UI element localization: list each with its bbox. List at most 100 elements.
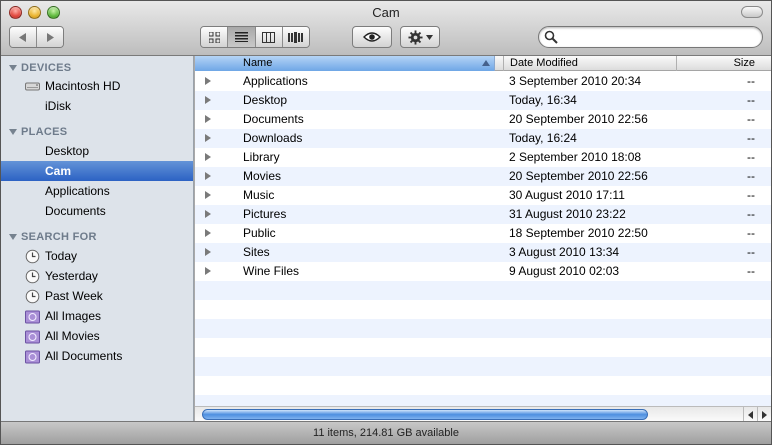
sidebar-item-label: All Documents — [45, 349, 123, 363]
file-date-modified: 20 September 2010 22:56 — [509, 169, 648, 183]
sidebar-item-label: Yesterday — [45, 269, 98, 283]
chevron-right-icon — [47, 32, 54, 42]
scroll-left-button[interactable] — [743, 407, 757, 422]
disclosure-triangle-icon[interactable] — [205, 134, 211, 142]
disclosure-triangle-icon[interactable] — [205, 229, 211, 237]
sidebar-item-label: All Movies — [45, 329, 100, 343]
file-size: -- — [747, 150, 755, 164]
list-view-button[interactable] — [227, 27, 255, 47]
back-button[interactable] — [10, 27, 36, 47]
action-menu-button[interactable] — [400, 26, 440, 48]
sidebar-heading-devices[interactable]: DEVICES — [9, 62, 71, 74]
empty-row — [195, 395, 771, 406]
disclosure-triangle-icon — [9, 129, 17, 135]
table-row[interactable]: Pictures 31 August 2010 23:22 -- — [195, 205, 771, 224]
hard-drive-icon — [25, 82, 40, 91]
file-name: Applications — [243, 74, 308, 88]
table-row[interactable]: Music 30 August 2010 17:11 -- — [195, 186, 771, 205]
table-row[interactable]: Downloads Today, 16:24 -- — [195, 129, 771, 148]
sidebar-item-today[interactable]: Today — [1, 246, 193, 266]
forward-button[interactable] — [36, 27, 63, 47]
sidebar-item-yesterday[interactable]: Yesterday — [1, 266, 193, 286]
sidebar-item-cam[interactable]: Cam — [1, 161, 193, 181]
table-row[interactable]: Library 2 September 2010 18:08 -- — [195, 148, 771, 167]
table-row[interactable]: Movies 20 September 2010 22:56 -- — [195, 167, 771, 186]
sidebar-item-documents[interactable]: Documents — [1, 201, 193, 221]
sidebar-item-label: Applications — [45, 184, 110, 198]
sidebar-item-idisk[interactable]: iDisk — [1, 96, 193, 116]
file-date-modified: 9 August 2010 02:03 — [509, 264, 620, 278]
disclosure-triangle-icon[interactable] — [205, 115, 211, 123]
column-view-button[interactable] — [254, 27, 282, 47]
icon-view-button[interactable] — [201, 27, 228, 47]
search-field[interactable] — [538, 26, 763, 48]
file-size: -- — [747, 131, 755, 145]
smart-folder-icon — [25, 310, 40, 324]
file-name: Documents — [243, 112, 304, 126]
smart-folder-icon — [25, 350, 40, 364]
file-size: -- — [747, 112, 755, 126]
sidebar-item-past-week[interactable]: Past Week — [1, 286, 193, 306]
file-name: Wine Files — [243, 264, 300, 278]
file-size: -- — [747, 264, 755, 278]
sidebar-item-label: Macintosh HD — [45, 79, 121, 93]
disclosure-triangle-icon[interactable] — [205, 77, 211, 85]
sidebar-item-applications[interactable]: Applications — [1, 181, 193, 201]
clock-icon — [25, 269, 40, 284]
chevron-down-icon — [425, 34, 433, 40]
table-row[interactable]: Applications 3 September 2010 20:34 -- — [195, 72, 771, 91]
coverflow-view-button[interactable] — [281, 27, 309, 47]
file-name: Library — [243, 150, 280, 164]
empty-row — [195, 357, 771, 376]
file-name: Pictures — [243, 207, 287, 221]
scroll-right-button[interactable] — [757, 407, 771, 422]
quick-look-button[interactable] — [352, 26, 392, 48]
disclosure-triangle-icon[interactable] — [205, 191, 211, 199]
table-row[interactable]: Documents 20 September 2010 22:56 -- — [195, 110, 771, 129]
disclosure-triangle-icon — [9, 65, 17, 71]
disclosure-triangle-icon[interactable] — [205, 248, 211, 256]
file-name: Desktop — [243, 93, 288, 107]
sidebar-item-label: All Images — [45, 309, 102, 323]
finder-window: Cam DEVICES Macintosh HD iDisk PLACES De… — [0, 0, 772, 445]
sidebar-item-macintosh-hd[interactable]: Macintosh HD — [1, 76, 193, 96]
file-date-modified: 18 September 2010 22:50 — [509, 226, 648, 240]
column-header-date-modified[interactable]: Date Modified — [503, 56, 676, 71]
file-list: Name Date Modified Size Applications 3 Se… — [195, 56, 771, 406]
toolbar-toggle-button[interactable] — [741, 6, 763, 18]
sidebar-item-all-movies[interactable]: All Movies — [1, 326, 193, 346]
empty-row — [195, 300, 771, 319]
table-row[interactable]: Desktop Today, 16:34 -- — [195, 91, 771, 110]
horizontal-scrollbar[interactable] — [195, 406, 771, 422]
sidebar-item-label: Past Week — [45, 289, 103, 303]
disclosure-triangle-icon[interactable] — [205, 267, 211, 275]
column-header-name[interactable]: Name — [195, 56, 495, 71]
empty-row — [195, 376, 771, 395]
sidebar-heading-places[interactable]: PLACES — [9, 126, 67, 138]
file-name: Public — [243, 226, 276, 240]
table-row[interactable]: Sites 3 August 2010 13:34 -- — [195, 243, 771, 262]
file-date-modified: Today, 16:34 — [509, 93, 577, 107]
table-row[interactable]: Public 18 September 2010 22:50 -- — [195, 224, 771, 243]
table-row[interactable]: Wine Files 9 August 2010 02:03 -- — [195, 262, 771, 281]
sidebar-heading-search-for[interactable]: SEARCH FOR — [9, 231, 97, 243]
scrollbar-thumb[interactable] — [202, 409, 648, 420]
disclosure-triangle-icon[interactable] — [205, 210, 211, 218]
list-view-icon — [234, 32, 248, 42]
view-mode-control — [200, 26, 310, 48]
column-header-size[interactable]: Size — [676, 56, 771, 71]
file-size: -- — [747, 226, 755, 240]
clock-icon — [25, 289, 40, 304]
sidebar-item-desktop[interactable]: Desktop — [1, 141, 193, 161]
sidebar-item-label: Cam — [45, 164, 72, 178]
disclosure-triangle-icon[interactable] — [205, 172, 211, 180]
disclosure-triangle-icon[interactable] — [205, 96, 211, 104]
arrow-right-icon — [762, 410, 767, 419]
search-icon — [544, 30, 558, 44]
search-input[interactable] — [561, 29, 756, 45]
sidebar-item-all-documents[interactable]: All Documents — [1, 346, 193, 366]
status-bar: 11 items, 214.81 GB available — [1, 421, 771, 444]
empty-row — [195, 319, 771, 338]
sidebar-item-all-images[interactable]: All Images — [1, 306, 193, 326]
disclosure-triangle-icon[interactable] — [205, 153, 211, 161]
